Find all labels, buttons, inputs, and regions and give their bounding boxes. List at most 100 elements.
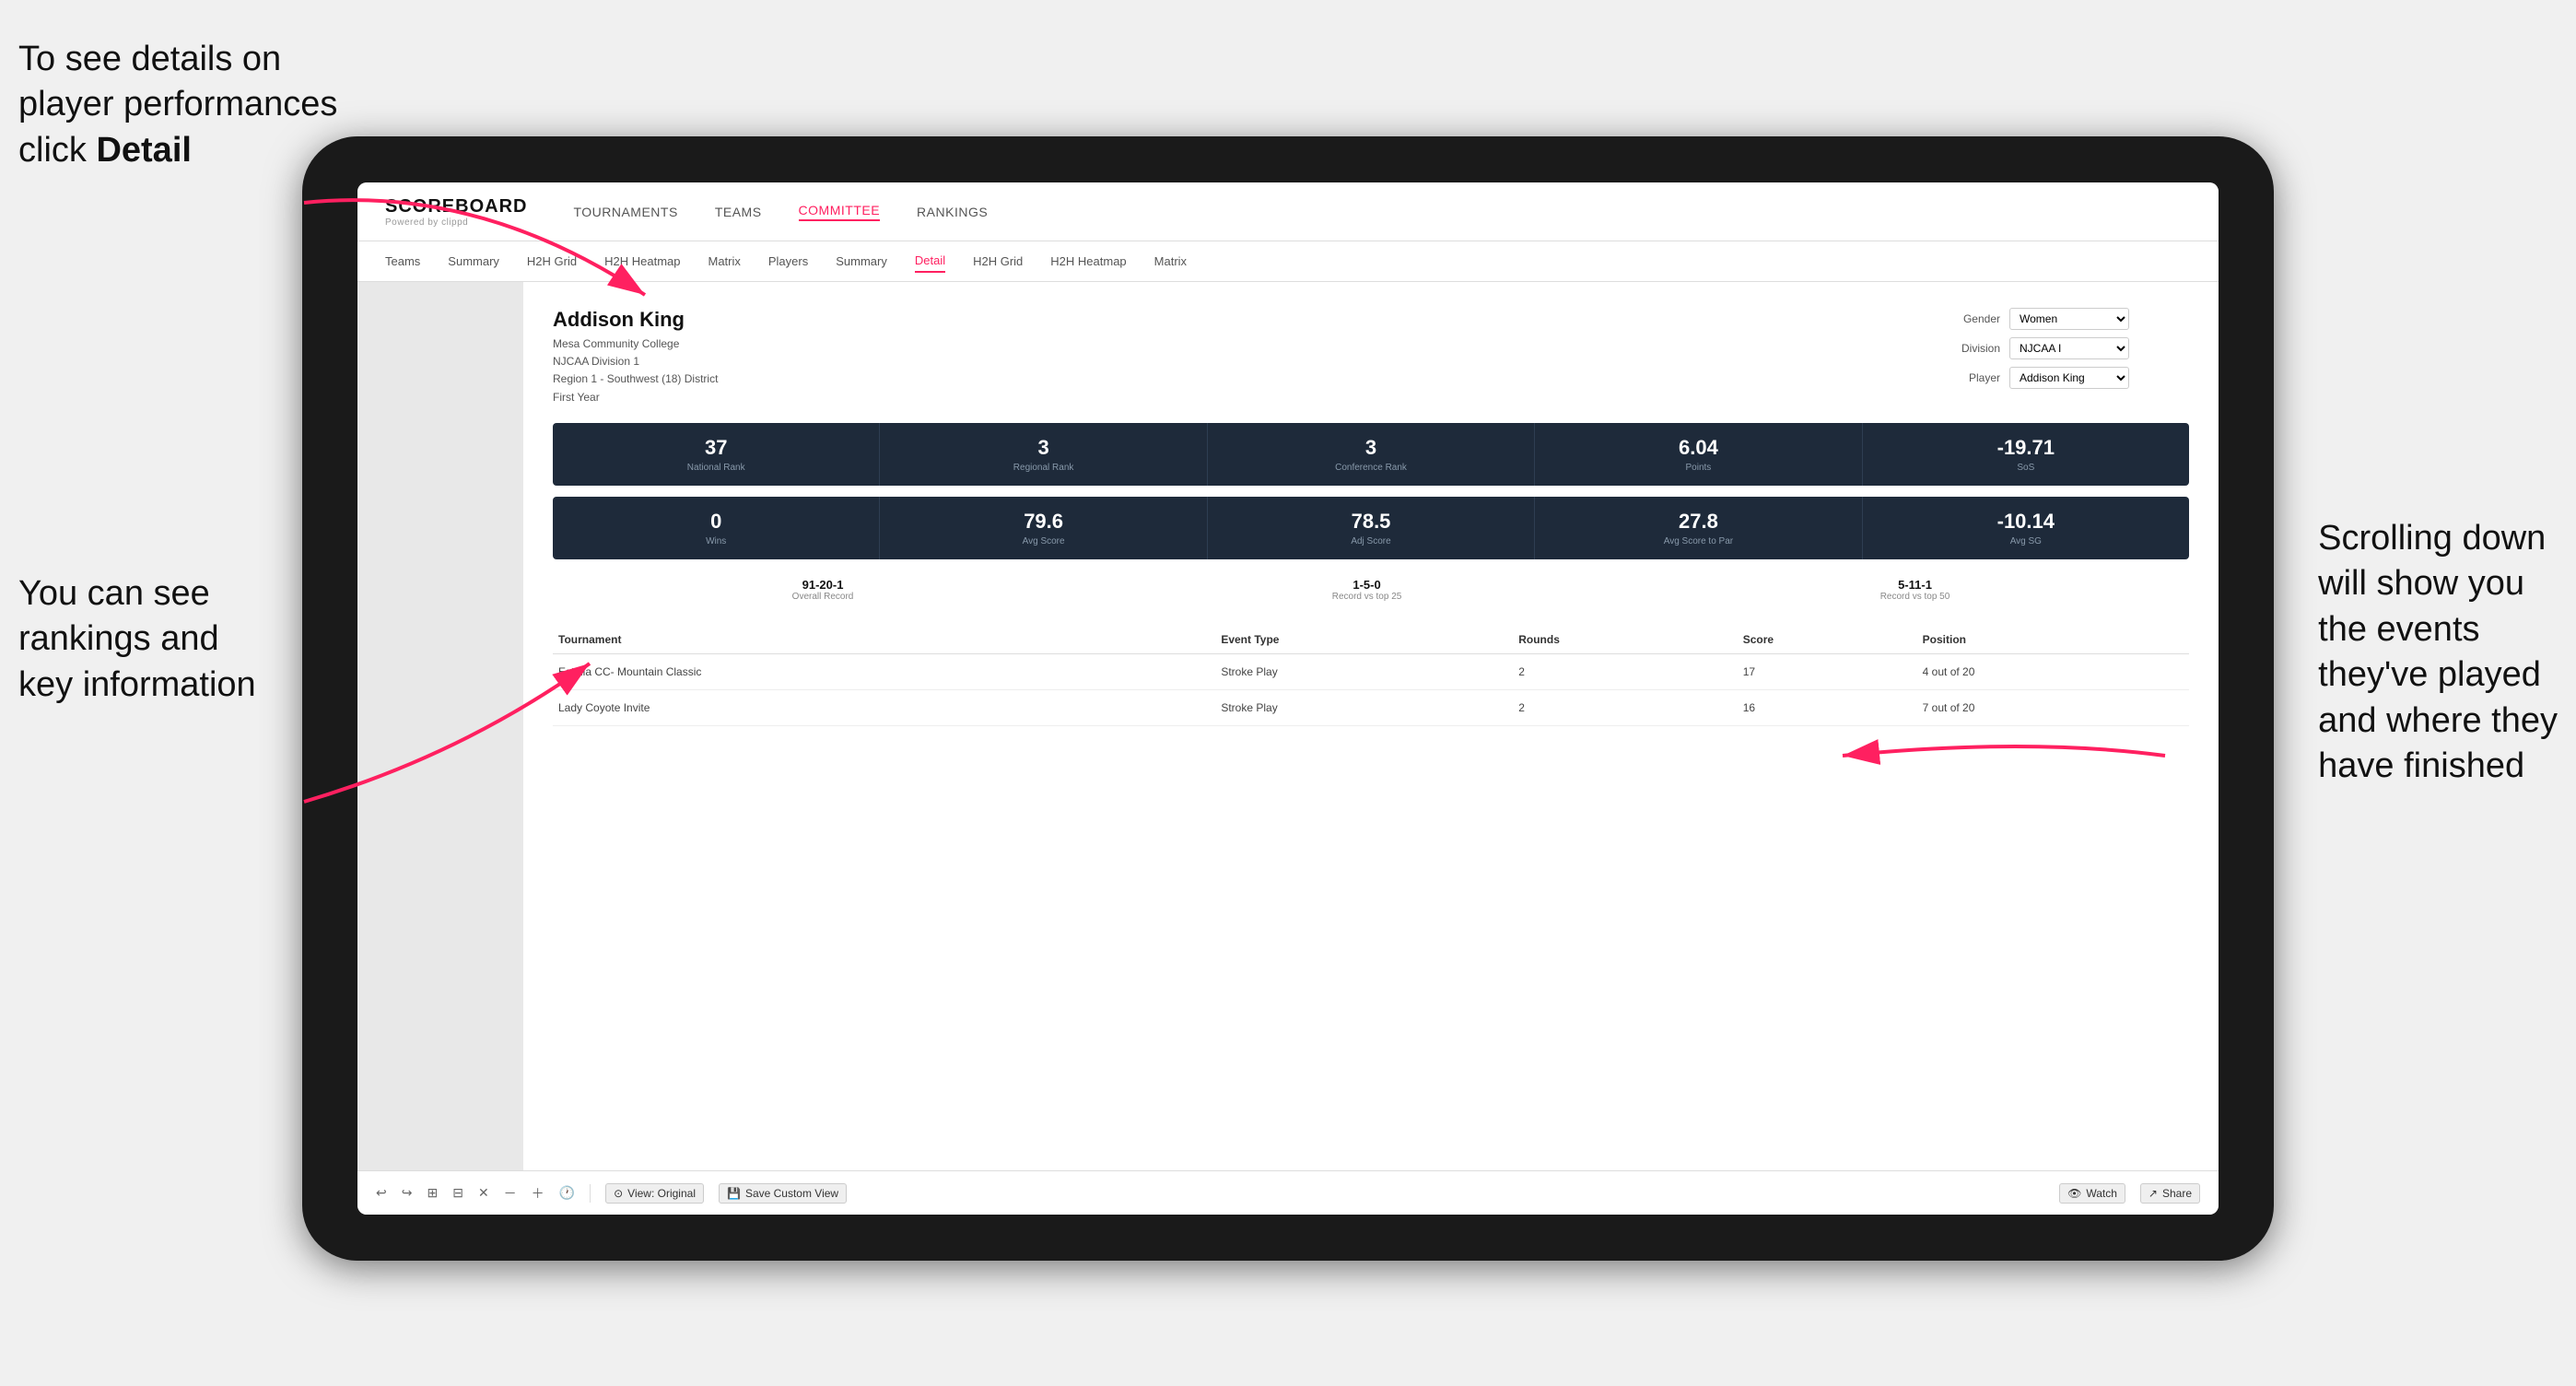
annotation-bl-line2: rankings and [18,619,219,658]
view-original-button[interactable]: ⊙ View: Original [605,1183,704,1204]
overall-record-label: Overall Record [792,592,854,602]
score-1: 17 [1738,653,1917,689]
plus-icon[interactable]: ＋ [532,1184,544,1203]
left-panel [357,282,523,1170]
tournament-name-2: Lady Coyote Invite [553,689,1215,725]
minus-icon[interactable]: － [504,1184,517,1203]
player-control: Player Addison King [1950,367,2189,389]
avg-sg-value: -10.14 [1872,510,2180,534]
save-custom-view-button[interactable]: 💾 Save Custom View [719,1183,847,1204]
share-button[interactable]: ↗ Share [2140,1183,2200,1204]
col-position: Position [1917,626,2189,654]
stat-avg-score-par: 27.8 Avg Score to Par [1535,497,1862,559]
logo: SCOREBOARD Powered by clippd [385,196,527,228]
share-icon: ↗ [2149,1187,2158,1200]
player-select[interactable]: Addison King [2009,367,2129,389]
close-icon[interactable]: ✕ [478,1185,489,1201]
event-type-2: Stroke Play [1215,689,1513,725]
sub-navigation: Teams Summary H2H Grid H2H Heatmap Matri… [357,241,2219,282]
grid2-icon[interactable]: ⊟ [452,1185,463,1201]
score-2: 16 [1738,689,1917,725]
player-info: Addison King Mesa Community College NJCA… [553,308,718,406]
nav-items: TOURNAMENTS TEAMS COMMITTEE RANKINGS [573,203,988,221]
subnav-matrix[interactable]: Matrix [708,251,740,272]
regional-rank-label: Regional Rank [889,463,1197,473]
subnav-h2hgrid2[interactable]: H2H Grid [973,251,1023,272]
position-2: 7 out of 20 [1917,689,2189,725]
nav-teams[interactable]: TEAMS [715,205,762,219]
subnav-players[interactable]: Players [768,251,808,272]
annotation-right: Scrolling down will show you the events … [2318,516,2558,789]
subnav-h2hheatmap2[interactable]: H2H Heatmap [1050,251,1126,272]
undo-icon[interactable]: ↩ [376,1185,387,1201]
watch-button[interactable]: 👁 Watch [2059,1183,2125,1204]
table-row: Estella CC- Mountain Classic Stroke Play… [553,653,2189,689]
col-tournament: Tournament [553,626,1215,654]
stat-regional-rank: 3 Regional Rank [880,423,1207,486]
subnav-matrix2[interactable]: Matrix [1154,251,1187,272]
stat-conference-rank: 3 Conference Rank [1208,423,1535,486]
conference-rank-value: 3 [1217,436,1525,460]
tournament-table: Tournament Event Type Rounds Score Posit… [553,626,2189,726]
annotation-topleft: To see details on player performances cl… [18,37,337,173]
player-header: Addison King Mesa Community College NJCA… [553,308,2189,406]
save-icon: 💾 [727,1187,741,1200]
watch-icon: 👁 [2067,1187,2081,1200]
stats-grid-row2: 0 Wins 79.6 Avg Score 78.5 Adj Score 27.… [553,497,2189,559]
subnav-summary2[interactable]: Summary [836,251,887,272]
sos-value: -19.71 [1872,436,2180,460]
player-controls: Gender Women Men Division NJCAA I NCAA I [1950,308,2189,389]
subnav-summary[interactable]: Summary [448,251,499,272]
annotation-line1: To see details on [18,40,281,78]
top25-record: 1-5-0 Record vs top 25 [1332,578,1402,602]
annotation-bl-line3: key information [18,665,256,704]
annotation-line2: player performances [18,85,337,123]
adj-score-label: Adj Score [1217,536,1525,546]
tournament-name-1: Estella CC- Mountain Classic [553,653,1215,689]
watch-label: Watch [2086,1187,2117,1200]
subnav-detail[interactable]: Detail [915,250,945,273]
points-value: 6.04 [1544,436,1852,460]
tablet-screen: SCOREBOARD Powered by clippd TOURNAMENTS… [357,182,2219,1215]
records-row: 91-20-1 Overall Record 1-5-0 Record vs t… [553,570,2189,609]
subnav-teams[interactable]: Teams [385,251,420,272]
col-rounds: Rounds [1513,626,1738,654]
conference-rank-label: Conference Rank [1217,463,1525,473]
subnav-h2hheatmap[interactable]: H2H Heatmap [604,251,680,272]
annotation-r-line6: have finished [2318,746,2524,785]
main-content: Addison King Mesa Community College NJCA… [357,282,2219,1170]
annotation-r-line1: Scrolling down [2318,519,2546,558]
clock-icon[interactable]: 🕐 [559,1185,575,1201]
redo-icon[interactable]: ↪ [402,1185,413,1201]
division-label: Division [1950,342,2000,355]
player-label: Player [1950,371,2000,384]
nav-tournaments[interactable]: TOURNAMENTS [573,205,677,219]
annotation-r-line3: the events [2318,610,2479,649]
avg-score-par-value: 27.8 [1544,510,1852,534]
points-label: Points [1544,463,1852,473]
stat-avg-score: 79.6 Avg Score [880,497,1207,559]
player-year: First Year [553,389,718,406]
stat-avg-sg: -10.14 Avg SG [1863,497,2189,559]
annotation-detail-bold: Detail [96,131,191,170]
toolbar-divider [590,1184,591,1203]
save-label: Save Custom View [745,1187,838,1200]
stats-grid-row1: 37 National Rank 3 Regional Rank 3 Confe… [553,423,2189,486]
nav-rankings[interactable]: RANKINGS [917,205,988,219]
subnav-h2hgrid[interactable]: H2H Grid [527,251,577,272]
overall-record: 91-20-1 Overall Record [792,578,854,602]
gender-control: Gender Women Men [1950,308,2189,330]
player-division: NJCAA Division 1 [553,353,718,370]
share-label: Share [2162,1187,2192,1200]
annotation-bottomleft: You can see rankings and key information [18,571,256,708]
wins-label: Wins [562,536,870,546]
grid-icon[interactable]: ⊞ [427,1185,438,1201]
player-college: Mesa Community College [553,335,718,353]
national-rank-value: 37 [562,436,870,460]
annotation-line3prefix: click [18,131,96,170]
stat-national-rank: 37 National Rank [553,423,880,486]
nav-committee[interactable]: COMMITTEE [799,203,881,221]
gender-select[interactable]: Women Men [2009,308,2129,330]
detail-panel: Addison King Mesa Community College NJCA… [523,282,2219,1170]
division-select[interactable]: NJCAA I NCAA I [2009,337,2129,359]
